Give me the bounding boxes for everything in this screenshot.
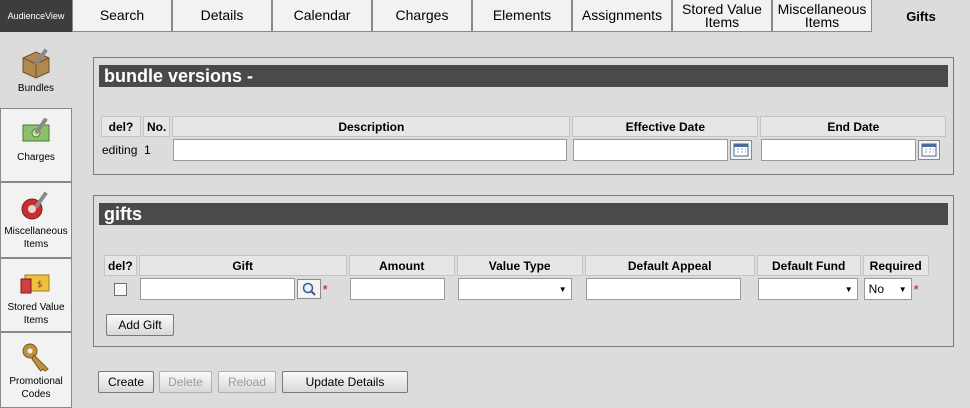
- gifts-panel: gifts del? Gift Amount Value Type Defaul…: [93, 195, 954, 347]
- column-header-gift: Gift: [138, 255, 347, 276]
- sidebar-item-bundles[interactable]: Bundles: [0, 40, 72, 108]
- amount-input[interactable]: [349, 278, 445, 300]
- default-appeal-input[interactable]: [585, 278, 741, 300]
- stored-value-items-icon: $: [20, 274, 50, 294]
- end-date-input[interactable]: [761, 139, 917, 161]
- column-header-end-date: End Date: [760, 116, 947, 137]
- bundle-versions-panel: bundle versions - del? No. Description E…: [93, 57, 954, 175]
- search-icon[interactable]: [296, 279, 321, 299]
- brand-logo: AudienceView: [0, 0, 72, 32]
- tab-assignments[interactable]: Assignments: [572, 0, 672, 32]
- sidebar-item-stored-value-items[interactable]: $ Stored Value Items: [0, 258, 72, 332]
- tab-charges[interactable]: Charges: [372, 0, 472, 32]
- column-header-del: del?: [101, 116, 141, 137]
- column-header-del: del?: [104, 255, 137, 276]
- update-details-button[interactable]: Update Details: [282, 371, 408, 393]
- sidebar: Bundles Charges Miscellaneous Items $ St…: [0, 32, 72, 408]
- column-header-value-type: Value Type: [456, 255, 583, 276]
- tab-calendar[interactable]: Calendar: [272, 0, 372, 32]
- sidebar-item-miscellaneous-items[interactable]: Miscellaneous Items: [0, 182, 72, 258]
- panel-title: gifts: [99, 203, 948, 225]
- sidebar-item-promotional-codes[interactable]: Promotional Codes: [0, 332, 72, 408]
- calendar-icon[interactable]: [918, 140, 941, 160]
- tab-elements[interactable]: Elements: [472, 0, 572, 32]
- tab-stored-value-items[interactable]: Stored Value Items: [672, 0, 772, 32]
- required-marker: *: [913, 281, 919, 297]
- column-header-effective-date: Effective Date: [572, 116, 759, 137]
- required-select[interactable]: No ▼: [863, 278, 912, 300]
- promotional-codes-icon: [22, 343, 49, 372]
- calendar-icon[interactable]: [730, 140, 753, 160]
- gift-input[interactable]: [139, 278, 295, 300]
- chevron-down-icon: ▼: [844, 284, 853, 294]
- row-status: editing: [102, 143, 138, 157]
- tab-miscellaneous-items[interactable]: Miscellaneous Items: [772, 0, 872, 32]
- chevron-down-icon: ▼: [558, 284, 567, 294]
- chevron-down-icon: ▼: [898, 284, 907, 294]
- row-number: 1: [144, 143, 151, 157]
- tab-search[interactable]: Search: [72, 0, 172, 32]
- table-row: editing 1: [101, 139, 946, 161]
- required-marker: *: [322, 281, 328, 297]
- panel-title: bundle versions -: [99, 65, 948, 87]
- miscellaneous-items-icon: [21, 191, 48, 220]
- column-header-description: Description: [172, 116, 571, 137]
- delete-checkbox[interactable]: [113, 283, 127, 297]
- top-tab-bar: AudienceView Search Details Calendar Cha…: [0, 0, 970, 32]
- delete-button[interactable]: Delete: [159, 371, 212, 393]
- table-row: * ▼ ▼ No ▼ *: [104, 278, 929, 300]
- tab-gifts[interactable]: Gifts: [872, 0, 970, 32]
- svg-text:$: $: [37, 280, 43, 290]
- default-fund-select[interactable]: ▼: [757, 278, 858, 300]
- create-button[interactable]: Create: [98, 371, 154, 393]
- value-type-select[interactable]: ▼: [457, 278, 572, 300]
- sidebar-item-charges[interactable]: Charges: [0, 108, 72, 182]
- effective-date-input[interactable]: [573, 139, 729, 161]
- bundles-icon: [22, 48, 50, 79]
- reload-button[interactable]: Reload: [218, 371, 276, 393]
- bundle-versions-table: del? No. Description Effective Date End …: [99, 114, 948, 163]
- column-header-amount: Amount: [348, 255, 455, 276]
- column-header-required: Required: [862, 255, 929, 276]
- description-input[interactable]: [173, 139, 568, 161]
- column-header-number: No.: [143, 116, 171, 137]
- column-header-default-appeal: Default Appeal: [584, 255, 755, 276]
- add-gift-button[interactable]: Add Gift: [106, 314, 174, 336]
- column-header-default-fund: Default Fund: [756, 255, 861, 276]
- tab-details[interactable]: Details: [172, 0, 272, 32]
- charges-icon: [22, 117, 50, 142]
- gifts-table: del? Gift Amount Value Type Default Appe…: [102, 253, 931, 302]
